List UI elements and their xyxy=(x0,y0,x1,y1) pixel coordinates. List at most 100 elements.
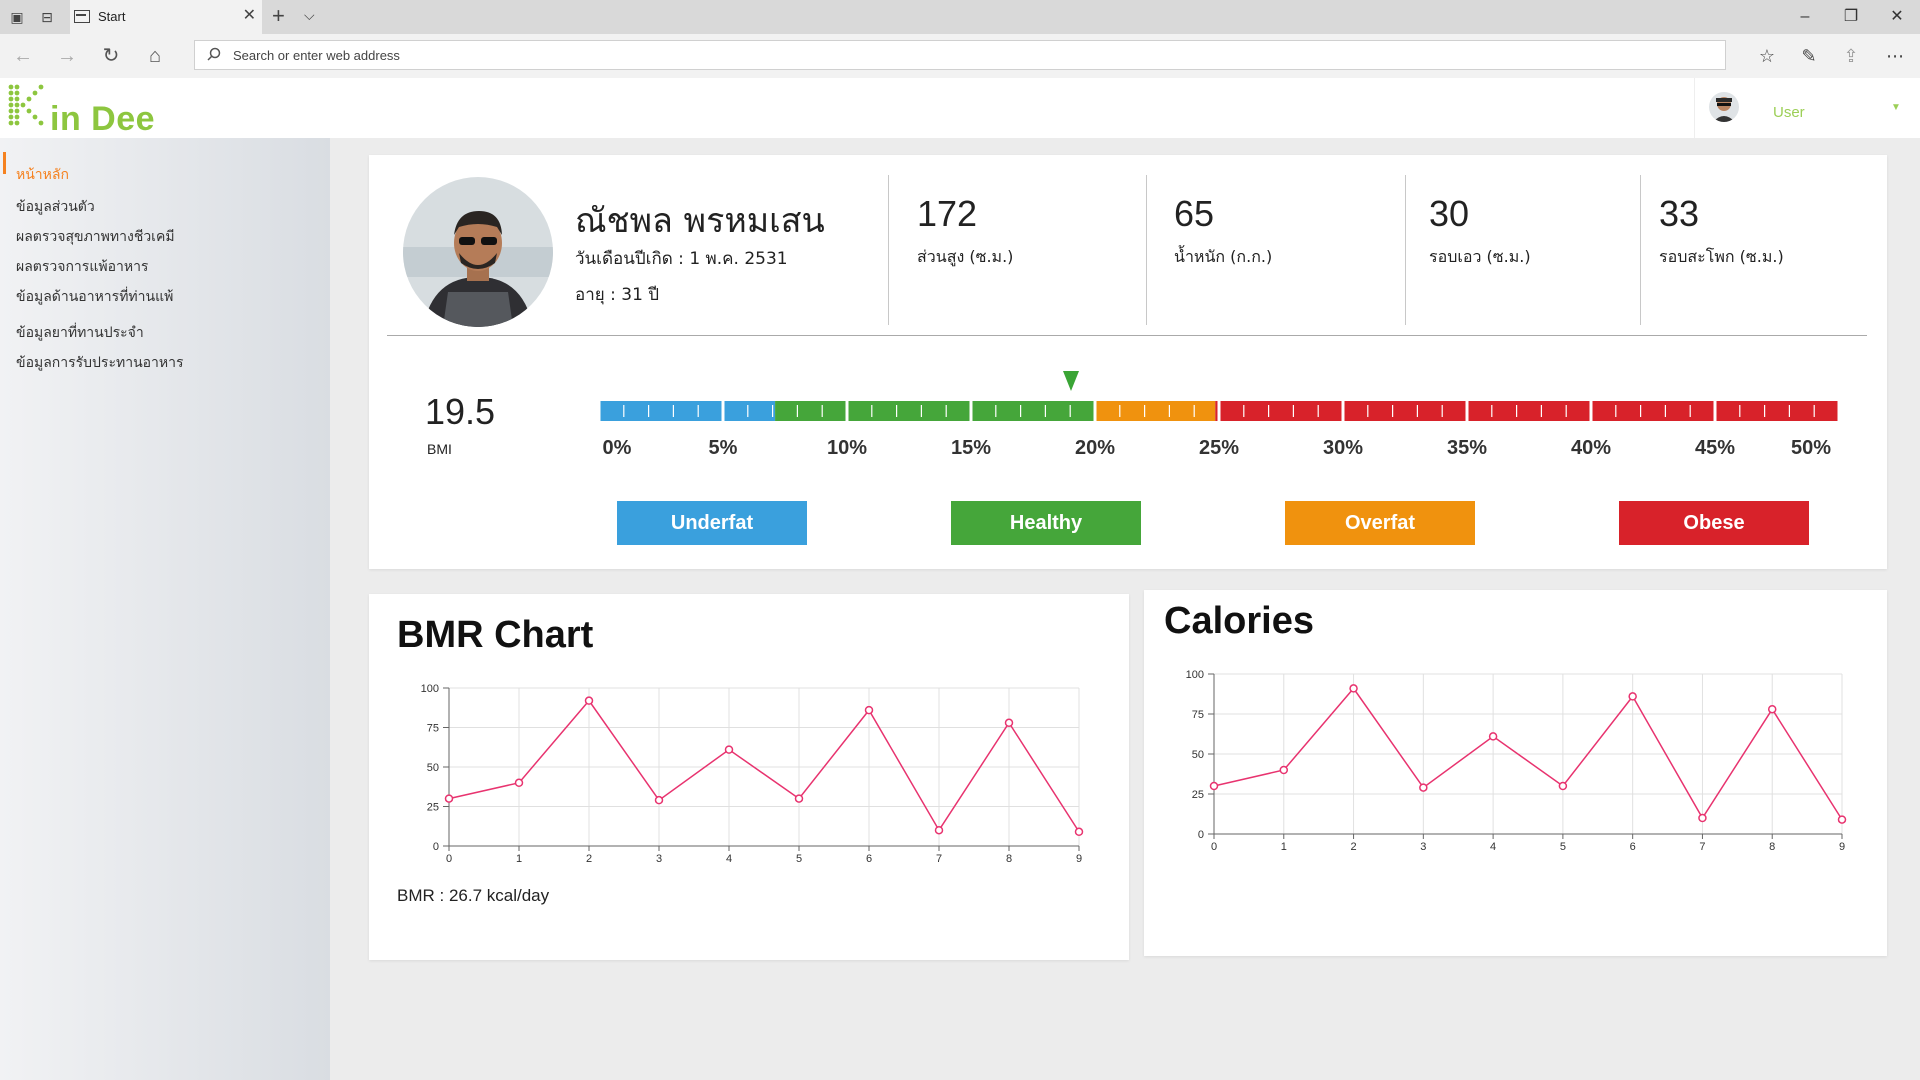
x-tick-label: 0 xyxy=(446,853,452,865)
data-point xyxy=(1698,813,1707,823)
app-header: in Dee User ▼ xyxy=(0,78,1920,138)
bmi-scale-label: 20% xyxy=(1074,437,1116,459)
bmi-scale-label: 30% xyxy=(1322,437,1364,459)
bmi-scale-label: 5% xyxy=(708,437,738,459)
bmi-scale-segment xyxy=(599,401,776,421)
obese-button[interactable]: Obese xyxy=(1619,501,1809,545)
forward-icon[interactable]: → xyxy=(52,42,82,70)
x-tick-label: 4 xyxy=(1490,841,1496,853)
pen-icon[interactable]: ✎ xyxy=(1794,42,1824,70)
calories-card: Calories 0 25 50 75 100 0 1 2 3 4 5 6 7 8 9 xyxy=(1144,590,1887,956)
underfat-button[interactable]: Underfat xyxy=(617,501,807,545)
weight-value: 65 xyxy=(1174,193,1215,234)
section-divider xyxy=(387,335,1867,336)
set-aside-tabs-icon[interactable]: ⊟ xyxy=(36,6,58,28)
browser-tab[interactable]: Start ✕ xyxy=(70,0,262,34)
kindee-logo[interactable]: in Dee xyxy=(8,82,168,138)
address-bar[interactable] xyxy=(194,40,1726,70)
data-point xyxy=(444,794,454,803)
profile-photo xyxy=(403,177,553,327)
calories-line-chart: 0 25 50 75 100 0 1 2 3 4 5 6 7 8 9 xyxy=(1186,669,1847,853)
x-tick-label: 6 xyxy=(1630,841,1636,853)
sidebar-item-personal-info[interactable]: ข้อมูลส่วนตัว xyxy=(16,196,95,218)
address-input[interactable] xyxy=(233,41,1713,69)
data-point xyxy=(1004,718,1014,728)
bmi-scale-label: 45% xyxy=(1694,437,1736,459)
bmi-marker-icon xyxy=(1062,371,1079,391)
data-point xyxy=(794,794,804,803)
favorites-icon[interactable]: ☆ xyxy=(1752,42,1782,70)
minimize-icon[interactable]: – xyxy=(1782,5,1828,29)
y-tick-label: 75 xyxy=(427,723,439,735)
bmi-scale-segment xyxy=(1093,401,1216,421)
bmr-value-note: BMR : 26.7 kcal/day xyxy=(397,886,550,905)
waist-label: รอบเอว (ซ.ม.) xyxy=(1429,247,1531,266)
y-tick-label: 25 xyxy=(1192,789,1204,801)
divider xyxy=(888,175,889,325)
profile-card: ณัชพล พรหมเสน วันเดือนปีเกิด : 1 พ.ค. 25… xyxy=(369,155,1887,569)
sidebar-item-medications[interactable]: ข้อมูลยาที่ทานประจำ xyxy=(16,322,144,344)
tab-actions-icon[interactable]: ▣ xyxy=(6,6,28,28)
data-point xyxy=(724,745,734,754)
height-value: 172 xyxy=(917,193,978,234)
x-tick-label: 4 xyxy=(726,853,732,865)
data-point xyxy=(934,825,944,835)
bmi-scale-segment xyxy=(1215,401,1839,421)
bmi-scale-label: 10% xyxy=(826,437,868,459)
x-tick-label: 0 xyxy=(1211,841,1217,853)
divider xyxy=(1640,175,1641,325)
chevron-down-icon[interactable]: ⌵ xyxy=(304,7,315,24)
x-tick-label: 5 xyxy=(796,853,802,865)
bmr-line-chart: 0 25 50 75 100 0 1 2 3 4 5 6 7 8 9 xyxy=(421,683,1084,865)
data-point xyxy=(1349,684,1358,693)
overfat-button[interactable]: Overfat xyxy=(1285,501,1475,545)
data-point xyxy=(654,795,664,805)
divider xyxy=(1146,175,1147,325)
back-icon[interactable]: ← xyxy=(8,42,38,70)
bmi-scale-label: 35% xyxy=(1446,437,1488,459)
y-tick-label: 50 xyxy=(1192,749,1204,761)
x-tick-label: 6 xyxy=(866,853,872,865)
x-tick-label: 3 xyxy=(656,853,662,865)
bmr-chart-title: BMR Chart xyxy=(397,614,594,656)
weight-label: น้ำหนัก (ก.ก.) xyxy=(1174,247,1273,266)
hip-value: 33 xyxy=(1659,193,1700,234)
series-line xyxy=(448,699,1080,833)
healthy-button[interactable]: Healthy xyxy=(951,501,1141,545)
x-tick-label: 8 xyxy=(1006,853,1012,865)
profile-name: ณัชพล พรหมเสน xyxy=(575,201,825,241)
refresh-icon[interactable]: ↻ xyxy=(96,42,126,70)
avatar xyxy=(1709,92,1739,122)
x-tick-label: 1 xyxy=(1281,841,1287,853)
more-icon[interactable]: ⋯ xyxy=(1880,42,1910,70)
data-point xyxy=(1837,815,1847,824)
sidebar-item-home[interactable]: หน้าหลัก xyxy=(16,164,69,186)
restore-icon[interactable]: ❐ xyxy=(1828,5,1874,29)
user-menu[interactable]: User ▼ xyxy=(1694,78,1920,138)
sidebar-item-food-intake[interactable]: ข้อมูลการรับประทานอาหาร xyxy=(16,352,184,374)
close-tab-icon[interactable]: ✕ xyxy=(243,7,256,25)
sidebar-item-food-allergies[interactable]: ข้อมูลด้านอาหารที่ท่านแพ้ xyxy=(16,286,173,308)
home-icon[interactable]: ⌂ xyxy=(140,42,170,70)
data-point xyxy=(1279,765,1289,775)
logo-k-icon xyxy=(8,84,44,126)
data-point xyxy=(864,705,874,715)
y-tick-label: 0 xyxy=(433,841,439,853)
sidebar-item-allergy-tests[interactable]: ผลตรวจการแพ้อาหาร xyxy=(16,256,148,278)
new-tab-icon[interactable]: + xyxy=(272,4,285,28)
y-tick-label: 100 xyxy=(421,683,439,695)
sidebar-item-biochem-results[interactable]: ผลตรวจสุขภาพทางชีวเคมี xyxy=(16,226,175,248)
active-marker xyxy=(3,152,6,174)
x-tick-label: 2 xyxy=(586,853,592,865)
tab-title: Start xyxy=(98,9,126,24)
bmi-scale-label: 0% xyxy=(602,437,632,459)
hip-label: รอบสะโพก (ซ.ม.) xyxy=(1659,247,1784,266)
page-icon xyxy=(74,10,90,23)
share-icon[interactable]: ⇪ xyxy=(1836,42,1866,70)
profile-birthdate: วันเดือนปีเกิด : 1 พ.ค. 2531 xyxy=(575,249,788,269)
bmi-scale-label: 50% xyxy=(1790,437,1832,459)
y-tick-label: 50 xyxy=(427,762,439,774)
bmr-card: BMR Chart 0 25 50 75 100 0 1 2 3 4 5 6 7 8 9 BMR : 26.… xyxy=(369,594,1129,960)
y-tick-label: 0 xyxy=(1198,829,1204,841)
close-window-icon[interactable]: ✕ xyxy=(1874,5,1920,29)
